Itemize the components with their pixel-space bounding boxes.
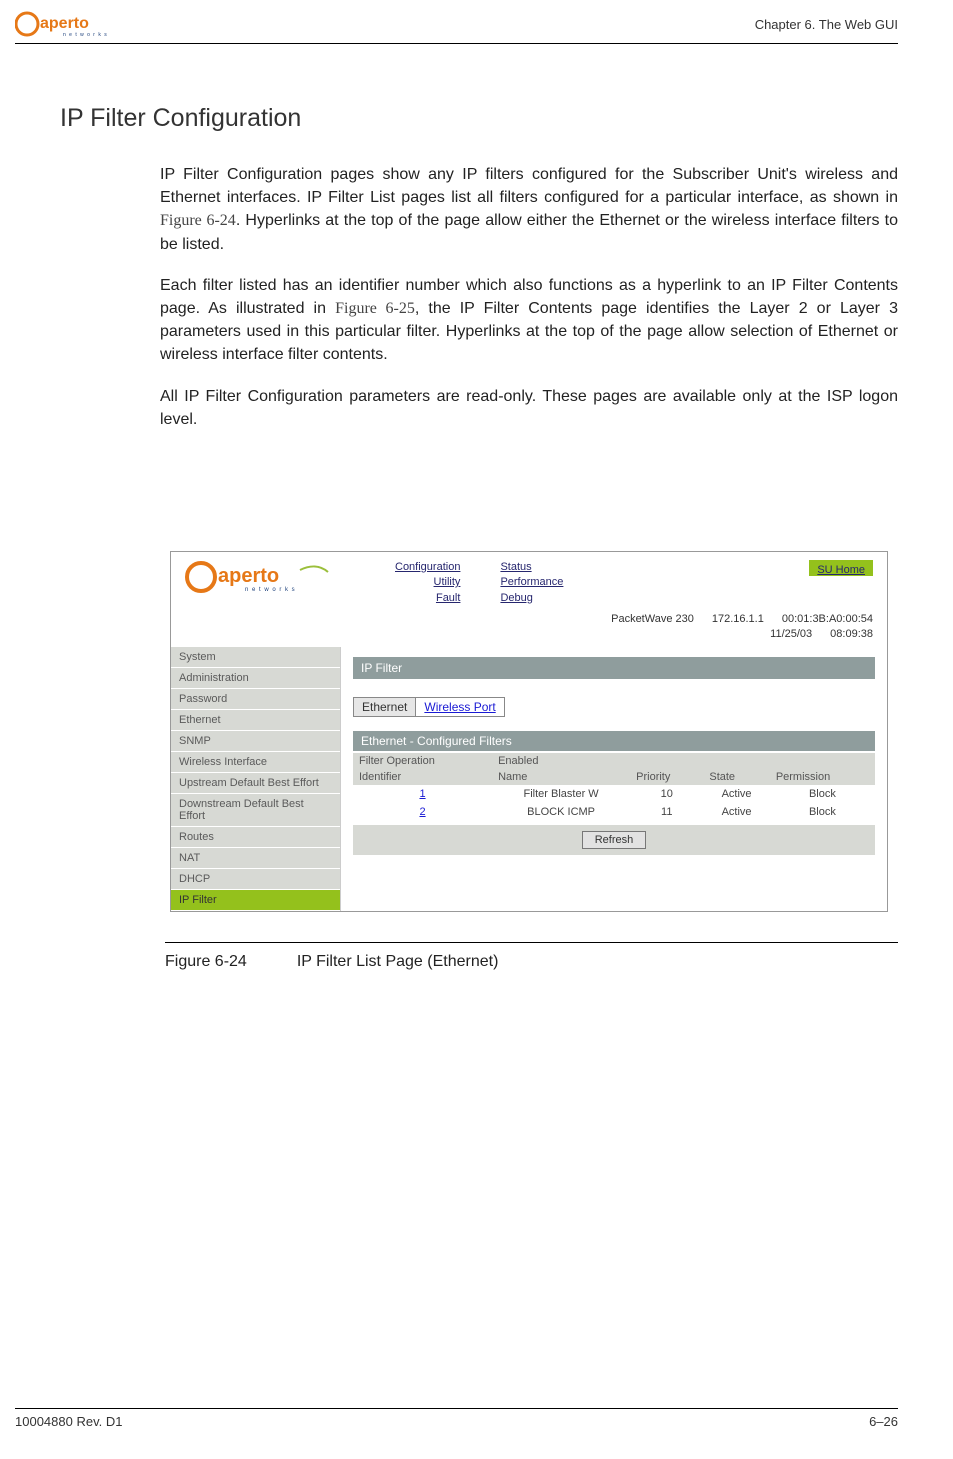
paragraph-3: All IP Filter Configuration parameters a… bbox=[160, 385, 898, 431]
page-banner: IP Filter bbox=[353, 657, 875, 679]
paragraph-1: IP Filter Configuration pages show any I… bbox=[160, 163, 898, 256]
nav-status[interactable]: Status bbox=[500, 561, 531, 573]
screenshot-aperto-logo: aperto n e t w o r k s bbox=[185, 560, 335, 597]
refresh-button[interactable]: Refresh bbox=[582, 831, 647, 849]
filter-id-link[interactable]: 2 bbox=[419, 806, 425, 818]
filter-state: Active bbox=[703, 785, 769, 803]
col-priority: Priority bbox=[630, 769, 703, 785]
sidebar-item-upstream-default[interactable]: Upstream Default Best Effort bbox=[171, 773, 340, 794]
nav-debug[interactable]: Debug bbox=[500, 592, 532, 604]
interface-tabs: Ethernet Wireless Port bbox=[353, 697, 505, 717]
nav-su-home[interactable]: SU Home bbox=[809, 560, 873, 576]
sidebar-item-ip-filter[interactable]: IP Filter bbox=[171, 890, 340, 911]
col-permission: Permission bbox=[770, 769, 875, 785]
sidebar: System Administration Password Ethernet … bbox=[171, 647, 341, 911]
table-row: 1 Filter Blaster W 10 Active Block bbox=[353, 785, 875, 803]
paragraph-2: Each filter listed has an identifier num… bbox=[160, 274, 898, 367]
aperto-logo: aperto n e t w o r k s bbox=[15, 10, 115, 38]
tab-ethernet[interactable]: Ethernet bbox=[354, 698, 416, 716]
sidebar-item-administration[interactable]: Administration bbox=[171, 668, 340, 689]
filter-name: Filter Blaster W bbox=[492, 785, 630, 803]
page-footer: 10004880 Rev. D1 6–26 bbox=[15, 1408, 898, 1429]
nav-performance[interactable]: Performance bbox=[500, 576, 563, 588]
filter-priority: 11 bbox=[630, 803, 703, 821]
sidebar-item-wireless-interface[interactable]: Wireless Interface bbox=[171, 752, 340, 773]
sidebar-item-downstream-default[interactable]: Downstream Default Best Effort bbox=[171, 794, 340, 827]
sidebar-item-nat[interactable]: NAT bbox=[171, 848, 340, 869]
svg-text:aperto: aperto bbox=[218, 565, 279, 587]
filter-state: Active bbox=[703, 803, 769, 821]
col-identifier: Identifier bbox=[353, 769, 492, 785]
figure-number: Figure 6-24 bbox=[165, 953, 247, 971]
svg-text:n e t w o r k s: n e t w o r k s bbox=[245, 587, 296, 593]
filter-priority: 10 bbox=[630, 785, 703, 803]
figure-ref-6-24: Figure 6-24 bbox=[160, 212, 236, 229]
figure-caption: Figure 6-24 IP Filter List Page (Etherne… bbox=[165, 942, 898, 971]
filter-operation-label: Filter Operation bbox=[353, 753, 492, 769]
figure-ref-6-25: Figure 6-25 bbox=[335, 300, 415, 317]
device-info: PacketWave 230 172.16.1.1 00:01:3B:A0:00… bbox=[171, 610, 887, 647]
page-number: 6–26 bbox=[869, 1414, 898, 1429]
nav-utility[interactable]: Utility bbox=[434, 576, 461, 588]
sidebar-item-routes[interactable]: Routes bbox=[171, 827, 340, 848]
topnav-col-2: Status Performance Debug bbox=[500, 560, 563, 606]
filter-permission: Block bbox=[770, 785, 875, 803]
nav-configuration[interactable]: Configuration bbox=[395, 561, 460, 573]
topnav-col-1: Configuration Utility Fault bbox=[395, 560, 460, 606]
svg-text:aperto: aperto bbox=[40, 15, 89, 32]
filter-permission: Block bbox=[770, 803, 875, 821]
filter-table: Filter Operation Enabled Identifier Name… bbox=[353, 753, 875, 821]
sidebar-item-system[interactable]: System bbox=[171, 647, 340, 668]
filter-name: BLOCK ICMP bbox=[492, 803, 630, 821]
col-name: Name bbox=[492, 769, 630, 785]
filter-operation-value: Enabled bbox=[492, 753, 875, 769]
sidebar-item-snmp[interactable]: SNMP bbox=[171, 731, 340, 752]
nav-fault[interactable]: Fault bbox=[436, 592, 460, 604]
sidebar-item-dhcp[interactable]: DHCP bbox=[171, 869, 340, 890]
sidebar-item-password[interactable]: Password bbox=[171, 689, 340, 710]
chapter-label: Chapter 6. The Web GUI bbox=[755, 17, 898, 32]
sub-banner: Ethernet - Configured Filters bbox=[353, 731, 875, 751]
figure-title: IP Filter List Page (Ethernet) bbox=[297, 953, 499, 971]
doc-revision: 10004880 Rev. D1 bbox=[15, 1414, 122, 1429]
tab-wireless-port[interactable]: Wireless Port bbox=[416, 698, 503, 716]
svg-text:n e t w o r k s: n e t w o r k s bbox=[63, 32, 108, 38]
table-row: 2 BLOCK ICMP 11 Active Block bbox=[353, 803, 875, 821]
section-title: IP Filter Configuration bbox=[60, 104, 898, 133]
col-state: State bbox=[703, 769, 769, 785]
screenshot-ip-filter-list: aperto n e t w o r k s Configuration Uti… bbox=[170, 551, 888, 912]
filter-id-link[interactable]: 1 bbox=[419, 788, 425, 800]
sidebar-item-ethernet[interactable]: Ethernet bbox=[171, 710, 340, 731]
